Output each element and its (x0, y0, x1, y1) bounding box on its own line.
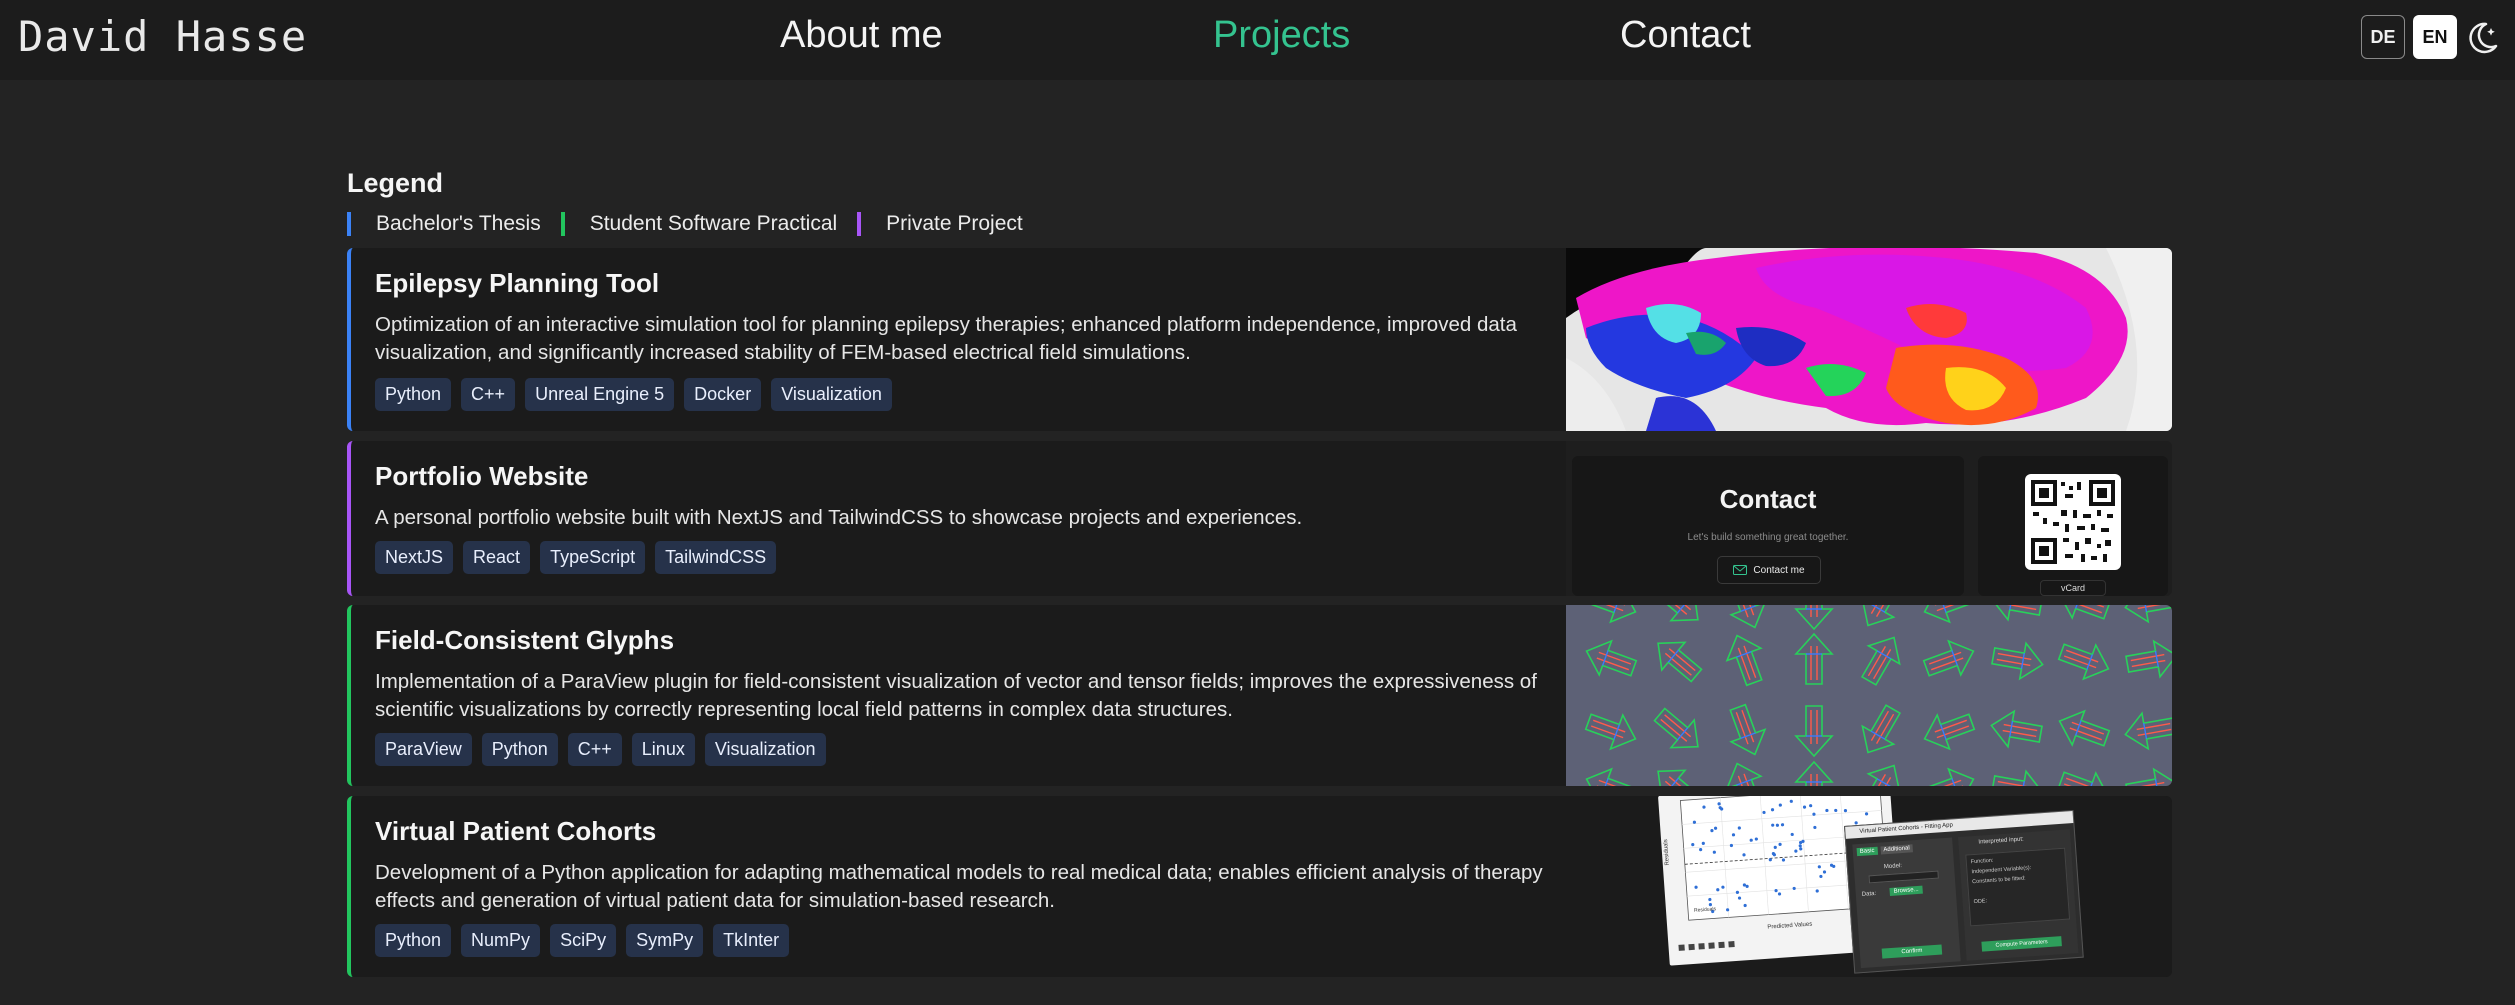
preview-subtext: Let's build something great together. (1687, 532, 1849, 543)
qr-code-icon (2025, 474, 2121, 570)
mail-icon (1733, 565, 1748, 575)
preview-vcard-label: vCard (2060, 583, 2085, 593)
preview-contact-button: Contact me (1717, 556, 1821, 584)
legend-item-student-software-practical: Student Software Practical (560, 212, 838, 236)
project-card-virtual-patient-cohorts[interactable]: Virtual Patient Cohorts Development of a… (347, 796, 2172, 977)
tag: Python (481, 733, 558, 766)
tag: Python (375, 924, 452, 957)
nav-link-contact[interactable]: Contact (1620, 14, 1751, 57)
top-navbar: David Hasse About me Projects Contact DE… (0, 0, 2515, 80)
preview-ode-label: ODE: (1973, 898, 1988, 906)
project-card-portfolio[interactable]: Portfolio Website A personal portfolio w… (347, 441, 2172, 596)
plot-ylabel: Residuals (1663, 839, 1671, 866)
preview-data-label: Data: (1861, 890, 1877, 898)
preview-interpreted-label: Interpreted input: (1978, 836, 2024, 846)
nav-link-about[interactable]: About me (780, 14, 943, 57)
project-image-portfolio-preview: Contact Let's build something great toge… (1566, 441, 2172, 596)
preview-qr-panel: vCard (1978, 456, 2168, 596)
tag: Visualization (704, 733, 826, 766)
tag-list: Python C++ Unreal Engine 5 Docker Visual… (375, 378, 902, 411)
preview-interpreted-box: Function: Independent Variable(s): Const… (1965, 847, 2071, 927)
legend-item-bachelors-thesis: Bachelor's Thesis (347, 212, 541, 236)
project-title: Field-Consistent Glyphs (375, 625, 675, 655)
project-title: Epilepsy Planning Tool (375, 268, 660, 298)
legend-label: Student Software Practical (589, 212, 838, 235)
preview-fitting-app-window: Virtual Patient Cohorts - Fitting App Ba… (1844, 809, 2084, 974)
tag-list: NextJS React TypeScript TailwindCSS (375, 541, 786, 574)
language-en-button[interactable]: EN (2413, 15, 2457, 59)
tag: NextJS (375, 541, 454, 574)
project-image-brain-simulation (1566, 248, 2172, 431)
tag: TailwindCSS (655, 541, 777, 574)
tag: Visualization (771, 378, 892, 411)
nav-link-projects[interactable]: Projects (1213, 14, 1350, 57)
project-description: Development of a Python application for … (375, 861, 1543, 912)
tag: Docker (684, 378, 762, 411)
legend-title: Legend (347, 168, 444, 198)
tag: Unreal Engine 5 (525, 378, 675, 411)
project-image-glyph-field (1566, 605, 2172, 786)
preview-contact-button-label: Contact me (1753, 564, 1805, 576)
preview-left-panel: Basic Additional Model: Data: Browse... … (1852, 837, 1961, 969)
project-description: A personal portfolio website built with … (375, 506, 1303, 529)
plot-xlabel: Predicted Values (1767, 922, 1812, 931)
project-title: Portfolio Website (375, 461, 589, 491)
project-description: Optimization of an interactive simulatio… (375, 313, 1517, 364)
legend-item-private-project: Private Project (857, 212, 1023, 236)
legend-color-bar (347, 212, 351, 236)
preview-tab-basic: Basic (1856, 846, 1878, 857)
tag: NumPy (461, 924, 541, 957)
preview-compute-button: Compute Parameters (1981, 936, 2062, 952)
site-logo[interactable]: David Hasse (18, 12, 307, 61)
legend-label: Private Project (886, 212, 1023, 235)
preview-vcard-button: vCard (2040, 580, 2106, 596)
tag: TypeScript (540, 541, 646, 574)
project-description: Implementation of a ParaView plugin for … (375, 670, 1537, 721)
preview-browse-button: Browse... (1889, 885, 1923, 896)
project-title: Virtual Patient Cohorts (375, 816, 657, 846)
tag-list: Python NumPy SciPy SymPy TkInter (375, 924, 799, 957)
tag: React (463, 541, 531, 574)
legend-color-bar (857, 212, 862, 236)
tag: TkInter (713, 924, 790, 957)
legend: Bachelor's Thesis Student Software Pract… (347, 211, 1043, 237)
tag: C++ (461, 378, 516, 411)
tag-list: ParaView Python C++ Linux Visualization (375, 733, 836, 766)
tag: Python (375, 378, 452, 411)
tag: C++ (567, 733, 622, 766)
legend-label: Bachelor's Thesis (376, 212, 541, 235)
preview-confirm-button: Confirm (1881, 944, 1943, 959)
tag: ParaView (375, 733, 472, 766)
preview-tab-additional: Additional (1880, 844, 1914, 855)
legend-color-bar (560, 212, 565, 236)
preview-model-label: Model: (1883, 863, 1903, 871)
project-card-glyphs[interactable]: Field-Consistent Glyphs Implementation o… (347, 605, 2172, 786)
moon-star-icon[interactable] (2462, 18, 2502, 58)
tag: SymPy (626, 924, 704, 957)
preview-heading: Contact (1719, 484, 1817, 514)
plot-toolbar-icons (1678, 941, 1735, 951)
project-image-fitting-app: Residuals Predicted Values Residuals Vir… (1566, 796, 2172, 977)
project-card-epilepsy[interactable]: Epilepsy Planning Tool Optimization of a… (347, 248, 2172, 431)
language-de-button[interactable]: DE (2361, 15, 2405, 59)
preview-model-input (1868, 870, 1939, 884)
tag: SciPy (550, 924, 617, 957)
preview-right-panel: Interpreted input: Function: Independent… (1958, 829, 2079, 961)
preview-contact-panel: Contact Let's build something great toge… (1572, 456, 1964, 596)
tag: Linux (631, 733, 695, 766)
